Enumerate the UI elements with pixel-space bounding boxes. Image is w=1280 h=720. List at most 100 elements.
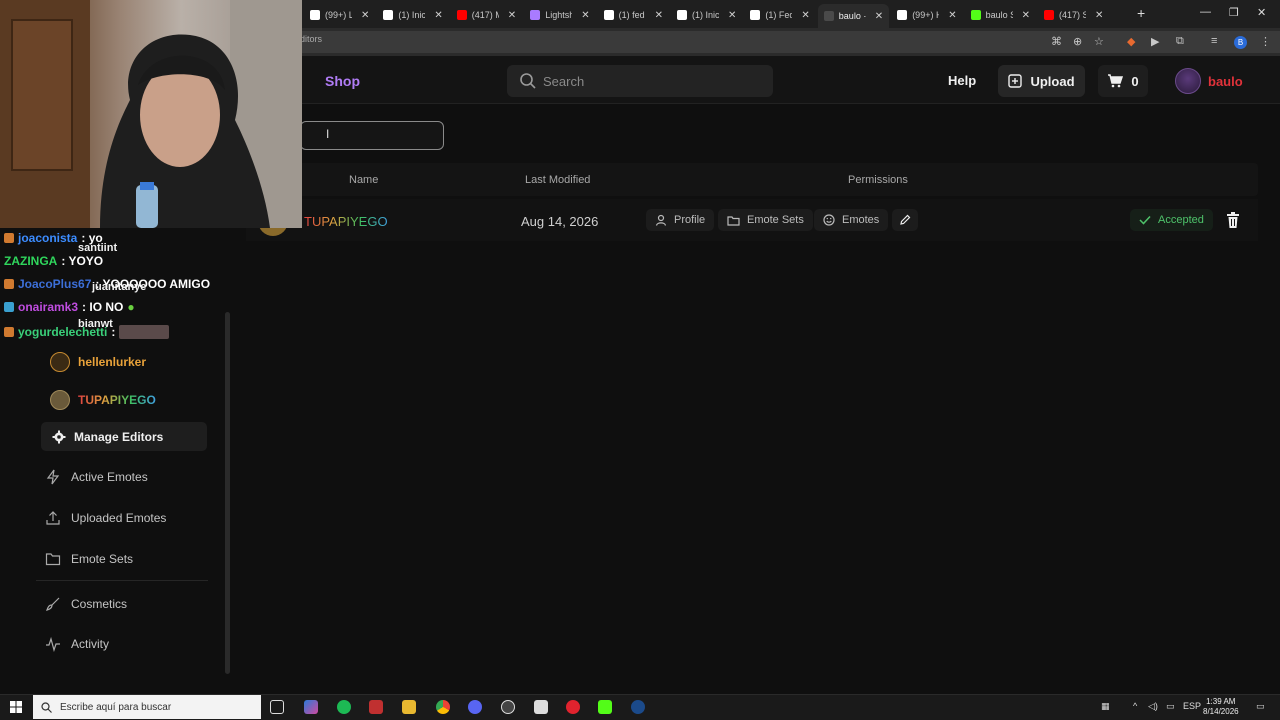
- user-icon: [655, 214, 667, 226]
- sidebar-item-activity[interactable]: Activity: [45, 636, 109, 652]
- search-input[interactable]: [543, 72, 763, 90]
- input-language[interactable]: ESP: [1183, 701, 1201, 711]
- edit-permissions-button[interactable]: [892, 209, 918, 231]
- tab-close-icon[interactable]: ✕: [434, 10, 442, 21]
- close-window-icon[interactable]: ✕: [1257, 6, 1266, 19]
- tab-search-icon[interactable]: ≡: [1211, 35, 1217, 47]
- minimize-icon[interactable]: —: [1200, 6, 1211, 18]
- browser-tab[interactable]: (417) M ✕: [451, 4, 522, 26]
- volume-icon[interactable]: ◁): [1148, 701, 1158, 712]
- sidebar-item-cosmetics[interactable]: Cosmetics: [45, 596, 127, 612]
- sidebar-item-manage-editors[interactable]: Manage Editors: [41, 422, 207, 451]
- nav-shop-link[interactable]: Shop: [325, 73, 360, 89]
- taskbar-search[interactable]: Escribe aquí para buscar: [33, 695, 261, 719]
- cart-button[interactable]: 0: [1098, 65, 1148, 97]
- extension-icon[interactable]: ▶: [1151, 35, 1159, 48]
- file-explorer-icon[interactable]: [402, 700, 416, 714]
- sidebar-channel[interactable]: TUPAPIYEGO: [50, 390, 156, 410]
- tab-close-icon[interactable]: ✕: [728, 10, 736, 21]
- username-label[interactable]: baulo: [1208, 74, 1243, 89]
- permission-profile[interactable]: Profile: [646, 209, 715, 231]
- browser-tab[interactable]: (1) Inic ✕: [377, 4, 448, 26]
- notifications-icon[interactable]: ▭: [1256, 701, 1265, 712]
- chat-message: ZAZINGA : YOYO: [4, 254, 103, 268]
- network-icon[interactable]: ▭: [1166, 701, 1175, 712]
- browser-tab[interactable]: (1) Fed ✕: [744, 4, 815, 26]
- check-icon: [1139, 215, 1151, 225]
- obs-icon[interactable]: [501, 700, 515, 714]
- permission-emotes[interactable]: Emotes: [814, 209, 889, 231]
- browser-tab[interactable]: (1) Inic ✕: [671, 4, 742, 26]
- sidebar-item-emote-sets[interactable]: Emote Sets: [45, 551, 133, 567]
- steam-icon[interactable]: [631, 700, 645, 714]
- sidebar-divider: [36, 580, 208, 581]
- sidebar-item-uploaded-emotes[interactable]: Uploaded Emotes: [45, 510, 166, 526]
- chat-username: JoacoPlus67: [18, 277, 92, 291]
- tab-close-icon[interactable]: ✕: [1022, 10, 1030, 21]
- chrome-icon[interactable]: [436, 700, 450, 714]
- permission-label: Emote Sets: [747, 214, 804, 226]
- tab-close-icon[interactable]: ✕: [361, 10, 369, 21]
- zoom-icon[interactable]: ⊕: [1073, 35, 1082, 48]
- discord-icon[interactable]: [468, 700, 482, 714]
- browser-tab[interactable]: (1) fed ✕: [598, 4, 669, 26]
- permission-emote-sets[interactable]: Emote Sets: [718, 209, 813, 231]
- browser-tab[interactable]: (99+) Li ✕: [304, 4, 375, 26]
- editor-filter-input[interactable]: [300, 121, 444, 150]
- windows-start-icon[interactable]: [10, 701, 22, 713]
- tab-title: (1) Inic: [398, 10, 426, 20]
- maximize-icon[interactable]: ❐: [1229, 6, 1239, 19]
- address-bar[interactable]: [250, 31, 1280, 53]
- tab-favicon-icon: [1044, 10, 1054, 20]
- tab-title: baulo S: [985, 10, 1013, 20]
- tab-close-icon[interactable]: ✕: [655, 10, 663, 21]
- app-icon[interactable]: [534, 700, 548, 714]
- user-avatar[interactable]: [1175, 68, 1201, 94]
- browser-tab[interactable]: (99+) H ✕: [891, 4, 962, 26]
- folder-icon: [45, 553, 61, 566]
- chat-text: : YOYO: [61, 254, 104, 268]
- extension-icon[interactable]: ◆: [1127, 35, 1135, 48]
- chat-username: ZAZINGA: [4, 254, 58, 268]
- tab-title: (417) M: [471, 10, 499, 20]
- tab-close-icon[interactable]: ✕: [948, 10, 956, 21]
- sidebar-item-label: Activity: [71, 637, 110, 651]
- browser-tab[interactable]: baulo S ✕: [965, 4, 1036, 26]
- app-icon[interactable]: [369, 700, 383, 714]
- profile-avatar[interactable]: B: [1234, 36, 1247, 49]
- opera-icon[interactable]: [566, 700, 580, 714]
- upload-button[interactable]: Upload: [998, 65, 1085, 97]
- sidebar-item-active-emotes[interactable]: Active Emotes: [45, 469, 148, 485]
- tab-close-icon[interactable]: ✕: [875, 11, 883, 22]
- sidebar-scrollbar[interactable]: [225, 312, 230, 674]
- lightning-icon: [46, 469, 60, 485]
- translate-icon[interactable]: ⌘: [1051, 35, 1062, 48]
- spotify-icon[interactable]: [337, 700, 351, 714]
- browser-tab[interactable]: Lightsh ✕: [524, 4, 595, 26]
- tab-close-icon[interactable]: ✕: [581, 10, 589, 21]
- tray-chevron-icon[interactable]: ^: [1133, 701, 1137, 711]
- task-view-icon[interactable]: [270, 700, 284, 714]
- tab-close-icon[interactable]: ✕: [801, 10, 809, 21]
- tab-close-icon[interactable]: ✕: [508, 10, 516, 21]
- kick-icon[interactable]: [598, 700, 612, 714]
- editor-name[interactable]: TUPAPIYEGO: [304, 214, 388, 229]
- extensions-puzzle-icon[interactable]: ⧉: [1176, 35, 1184, 48]
- help-link[interactable]: Help: [948, 73, 976, 88]
- column-header-name: Name: [349, 174, 379, 186]
- browser-menu-icon[interactable]: ⋮: [1260, 35, 1271, 48]
- tab-favicon-icon: [750, 10, 761, 20]
- taskbar-clock[interactable]: 1:39 AM 8/14/2026: [1203, 697, 1239, 717]
- sidebar-channel[interactable]: hellenlurker: [50, 352, 146, 372]
- browser-tab[interactable]: (417) S ✕: [1038, 4, 1109, 26]
- new-tab-button[interactable]: +: [1137, 5, 1145, 21]
- copilot-icon[interactable]: [304, 700, 318, 714]
- keyboard-icon[interactable]: ▦: [1101, 701, 1110, 712]
- tab-title: (99+) Li: [325, 10, 352, 20]
- trash-icon[interactable]: [1224, 211, 1242, 229]
- sidebar-item-label: Active Emotes: [71, 470, 148, 484]
- browser-tab[interactable]: baulo · ✕: [817, 4, 890, 28]
- chat-badge-icon: [4, 302, 14, 312]
- tab-close-icon[interactable]: ✕: [1095, 10, 1103, 21]
- bookmark-star-icon[interactable]: ☆: [1094, 35, 1104, 48]
